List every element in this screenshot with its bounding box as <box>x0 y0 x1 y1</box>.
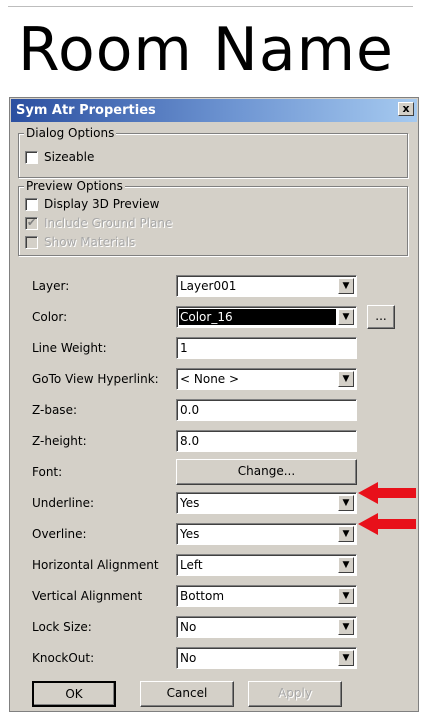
preview-divider <box>8 6 413 7</box>
preview-options-group: Preview Options Display 3D Preview ✔ Inc… <box>18 179 408 256</box>
lock-size-label: Lock Size: <box>32 620 92 634</box>
group-legend: Dialog Options <box>24 126 117 140</box>
chevron-down-icon[interactable]: ▼ <box>338 650 354 666</box>
font-change-button[interactable]: Change... <box>176 459 357 485</box>
z-height-label: Z-height: <box>32 434 87 448</box>
goto-view-hyperlink-dropdown[interactable]: < None > ▼ <box>176 368 357 390</box>
chevron-down-icon[interactable]: ▼ <box>338 309 354 325</box>
dialog-title: Sym Atr Properties <box>16 103 156 118</box>
color-more-button[interactable]: ... <box>367 305 395 329</box>
chevron-down-icon[interactable]: ▼ <box>338 526 354 542</box>
underline-arrow-icon <box>358 482 416 504</box>
layer-label: Layer: <box>32 279 70 293</box>
checkbox-label: Sizeable <box>44 150 95 164</box>
checkbox-label: Include Ground Plane <box>44 216 173 230</box>
field-value: No <box>180 620 197 634</box>
apply-button: Apply <box>248 681 342 707</box>
knockout-dropdown[interactable]: No ▼ <box>176 647 357 669</box>
font-label: Font: <box>32 465 63 479</box>
field-value: Yes <box>180 496 200 510</box>
text-preview-area: Room Name <box>0 0 425 96</box>
color-dropdown[interactable]: Color_16 ▼ <box>176 306 357 328</box>
vertical-alignment-label: Vertical Alignment <box>32 589 143 603</box>
dialog-options-group: Dialog Options Sizeable <box>18 126 408 178</box>
vertical-alignment-dropdown[interactable]: Bottom ▼ <box>176 585 357 607</box>
z-height-input[interactable]: 8.0 <box>176 430 357 452</box>
horizontal-alignment-label: Horizontal Alignment <box>32 558 159 572</box>
field-value: Bottom <box>180 589 225 603</box>
horizontal-alignment-dropdown[interactable]: Left ▼ <box>176 554 357 576</box>
cancel-button[interactable]: Cancel <box>140 681 234 707</box>
group-legend: Preview Options <box>24 179 125 193</box>
chevron-down-icon[interactable]: ▼ <box>338 495 354 511</box>
field-value: < None > <box>180 372 240 386</box>
knockout-label: KnockOut: <box>32 651 95 665</box>
overline-dropdown[interactable]: Yes ▼ <box>176 523 357 545</box>
line-weight-label: Line Weight: <box>32 341 107 355</box>
field-value: Left <box>180 558 203 572</box>
sizeable-checkbox[interactable] <box>25 151 38 164</box>
z-base-input[interactable]: 0.0 <box>176 399 357 421</box>
checkbox-label: Display 3D Preview <box>44 197 160 211</box>
line-weight-input[interactable]: 1 <box>176 337 357 359</box>
chevron-down-icon[interactable]: ▼ <box>338 588 354 604</box>
layer-dropdown[interactable]: Layer001 ▼ <box>176 275 357 297</box>
field-value: Layer001 <box>180 279 237 293</box>
chevron-down-icon[interactable]: ▼ <box>338 371 354 387</box>
include-ground-plane-checkbox: ✔ <box>25 216 38 230</box>
field-value: Yes <box>180 527 200 541</box>
field-value: 0.0 <box>180 403 200 417</box>
underline-dropdown[interactable]: Yes ▼ <box>176 492 357 514</box>
show-materials-checkbox <box>25 236 38 249</box>
title-bar: Sym Atr Properties x <box>11 99 417 122</box>
preview-text: Room Name <box>18 15 394 85</box>
close-button[interactable]: x <box>398 102 414 116</box>
ok-button[interactable]: OK <box>32 681 116 707</box>
lock-size-dropdown[interactable]: No ▼ <box>176 616 357 638</box>
field-value: 1 <box>180 341 188 355</box>
color-label: Color: <box>32 310 68 324</box>
chevron-down-icon[interactable]: ▼ <box>338 278 354 294</box>
underline-label: Underline: <box>32 496 95 510</box>
sym-atr-properties-dialog: Sym Atr Properties x Dialog Options Size… <box>9 97 419 712</box>
overline-label: Overline: <box>32 527 87 541</box>
checkmark-icon: ✔ <box>27 216 37 229</box>
chevron-down-icon[interactable]: ▼ <box>338 557 354 573</box>
display-3d-preview-checkbox[interactable] <box>25 198 38 211</box>
overline-arrow-icon <box>358 513 416 535</box>
checkbox-label: Show Materials <box>44 235 136 249</box>
z-base-label: Z-base: <box>32 403 77 417</box>
goto-view-hyperlink-label: GoTo View Hyperlink: <box>32 372 159 386</box>
field-value: Color_16 <box>180 310 233 324</box>
field-value: No <box>180 651 197 665</box>
chevron-down-icon[interactable]: ▼ <box>338 619 354 635</box>
field-value: 8.0 <box>180 434 200 448</box>
